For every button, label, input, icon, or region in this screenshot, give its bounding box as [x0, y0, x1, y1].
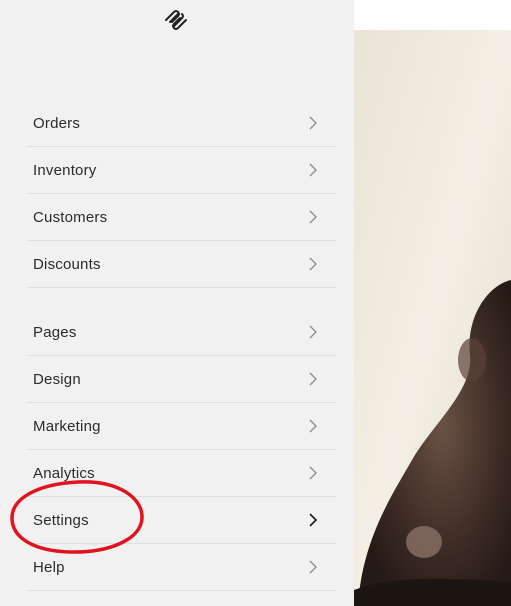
chevron-right-icon — [309, 466, 317, 480]
chevron-right-icon — [309, 560, 317, 574]
nav-group-commerce: Orders Inventory Customers Discounts — [27, 100, 336, 288]
chevron-right-icon — [309, 116, 317, 130]
sidebar-item-discounts[interactable]: Discounts — [27, 241, 336, 288]
sidebar-item-label: Marketing — [33, 417, 101, 435]
sidebar-item-label: Settings — [33, 511, 89, 529]
sidebar-item-orders[interactable]: Orders — [27, 100, 336, 147]
chevron-right-icon — [309, 257, 317, 271]
chevron-right-icon — [309, 372, 317, 386]
chevron-right-icon — [309, 419, 317, 433]
preview-image — [354, 30, 511, 606]
site-preview-photo — [354, 0, 511, 606]
sidebar: Orders Inventory Customers Discounts Pag… — [0, 0, 354, 606]
sidebar-item-label: Inventory — [33, 161, 97, 179]
sidebar-item-inventory[interactable]: Inventory — [27, 147, 336, 194]
chevron-right-icon — [309, 163, 317, 177]
sidebar-item-label: Design — [33, 370, 81, 388]
chevron-right-icon — [309, 513, 318, 527]
chevron-right-icon — [309, 325, 317, 339]
preview-top-bar — [354, 0, 511, 30]
sidebar-item-settings[interactable]: Settings — [27, 497, 336, 544]
sidebar-item-marketing[interactable]: Marketing — [27, 403, 336, 450]
sidebar-item-customers[interactable]: Customers — [27, 194, 336, 241]
sidebar-item-help[interactable]: Help — [27, 544, 336, 591]
app-frame: Orders Inventory Customers Discounts Pag… — [0, 0, 511, 606]
sidebar-item-label: Analytics — [33, 464, 95, 482]
sidebar-item-label: Discounts — [33, 255, 101, 273]
sidebar-item-label: Help — [33, 558, 65, 576]
chevron-right-icon — [309, 210, 317, 224]
sidebar-item-pages[interactable]: Pages — [27, 309, 336, 356]
sidebar-item-design[interactable]: Design — [27, 356, 336, 403]
squarespace-logo-icon[interactable] — [163, 8, 189, 32]
sidebar-item-label: Orders — [33, 114, 81, 132]
sidebar-item-label: Pages — [33, 323, 77, 341]
sidebar-item-analytics[interactable]: Analytics — [27, 450, 336, 497]
sidebar-item-label: Customers — [33, 208, 108, 226]
nav-group-site: Pages Design Marketing Analytics Setting… — [27, 309, 336, 591]
